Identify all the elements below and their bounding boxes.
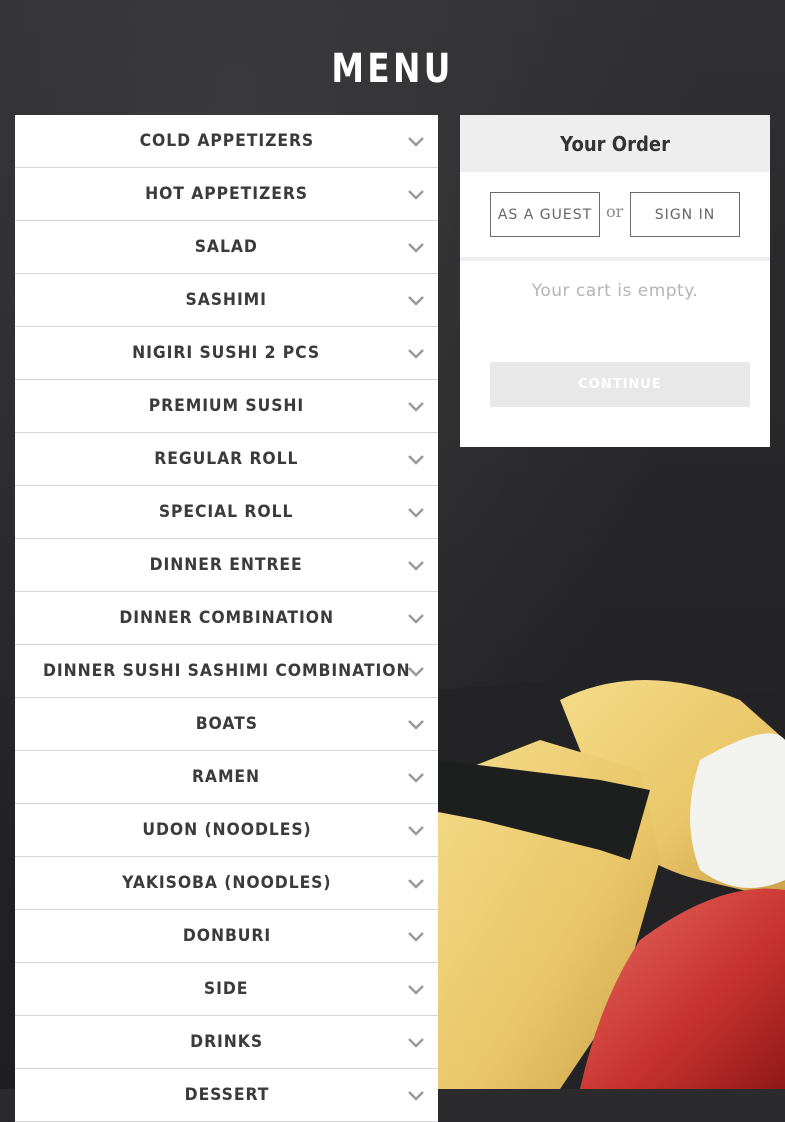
- menu-category-label: YAKISOBA (NOODLES): [121, 873, 332, 893]
- chevron-down-icon[interactable]: [408, 1038, 424, 1048]
- chevron-down-icon[interactable]: [408, 932, 424, 942]
- order-header: Your Order: [460, 115, 770, 172]
- continue-button[interactable]: CONTINUE: [490, 362, 750, 407]
- auth-options: AS A GUEST or SIGN IN: [490, 192, 740, 237]
- menu-category-item[interactable]: REGULAR ROLL: [15, 433, 438, 486]
- menu-category-label: UDON (NOODLES): [141, 820, 312, 840]
- menu-category-label: DONBURI: [182, 926, 271, 946]
- chevron-down-icon[interactable]: [408, 402, 424, 412]
- menu-category-label: DRINKS: [190, 1032, 263, 1052]
- menu-category-label: SALAD: [194, 237, 259, 257]
- menu-category-item[interactable]: DONBURI: [15, 910, 438, 963]
- order-divider: [460, 257, 770, 261]
- chevron-down-icon[interactable]: [408, 561, 424, 571]
- menu-category-item[interactable]: RAMEN: [15, 751, 438, 804]
- chevron-down-icon[interactable]: [408, 137, 424, 147]
- chevron-down-icon[interactable]: [408, 826, 424, 836]
- chevron-down-icon[interactable]: [408, 190, 424, 200]
- chevron-down-icon[interactable]: [408, 773, 424, 783]
- menu-category-label: PREMIUM SUSHI: [148, 396, 305, 416]
- chevron-down-icon[interactable]: [408, 667, 424, 677]
- menu-category-list: COLD APPETIZERS HOT APPETIZERS SALAD SASHIM…: [15, 115, 438, 1122]
- chevron-down-icon[interactable]: [408, 985, 424, 995]
- menu-category-label: REGULAR ROLL: [154, 449, 299, 469]
- sign-in-button[interactable]: SIGN IN: [630, 192, 740, 237]
- order-title: Your Order: [560, 131, 670, 156]
- menu-category-item[interactable]: SIDE: [15, 963, 438, 1016]
- guest-checkout-button[interactable]: AS A GUEST: [490, 192, 600, 237]
- cart-empty-message: Your cart is empty.: [531, 281, 699, 301]
- menu-category-label: NIGIRI SUSHI 2 PCS: [132, 343, 321, 363]
- chevron-down-icon[interactable]: [408, 349, 424, 359]
- menu-category-item[interactable]: DESSERT: [15, 1069, 438, 1122]
- menu-category-label: DINNER COMBINATION: [119, 608, 334, 628]
- menu-category-item[interactable]: SASHIMI: [15, 274, 438, 327]
- chevron-down-icon[interactable]: [408, 508, 424, 518]
- order-panel: Your Order AS A GUEST or SIGN IN Your ca…: [460, 115, 770, 447]
- chevron-down-icon[interactable]: [408, 879, 424, 889]
- chevron-down-icon[interactable]: [408, 296, 424, 306]
- menu-category-item[interactable]: DRINKS: [15, 1016, 438, 1069]
- chevron-down-icon[interactable]: [408, 720, 424, 730]
- chevron-down-icon[interactable]: [408, 455, 424, 465]
- menu-category-item[interactable]: UDON (NOODLES): [15, 804, 438, 857]
- menu-category-label: SPECIAL ROLL: [159, 502, 294, 522]
- menu-category-item[interactable]: COLD APPETIZERS: [15, 115, 438, 168]
- or-separator: or: [606, 202, 624, 221]
- chevron-down-icon[interactable]: [408, 243, 424, 253]
- brand-logo[interactable]: [28, 0, 118, 4]
- menu-category-label: DESSERT: [184, 1085, 269, 1105]
- menu-category-item[interactable]: SALAD: [15, 221, 438, 274]
- chevron-down-icon[interactable]: [408, 614, 424, 624]
- menu-category-item[interactable]: DINNER ENTREE: [15, 539, 438, 592]
- menu-category-label: COLD APPETIZERS: [139, 131, 314, 151]
- menu-category-item[interactable]: DINNER COMBINATION: [15, 592, 438, 645]
- menu-category-item[interactable]: HOT APPETIZERS: [15, 168, 438, 221]
- chevron-down-icon[interactable]: [408, 1091, 424, 1101]
- menu-category-item[interactable]: NIGIRI SUSHI 2 PCS: [15, 327, 438, 380]
- menu-category-label: SASHIMI: [185, 290, 268, 310]
- menu-category-label: DINNER SUSHI SASHIMI COMBINATION: [42, 661, 411, 681]
- menu-category-item[interactable]: YAKISOBA (NOODLES): [15, 857, 438, 910]
- menu-category-item[interactable]: DINNER SUSHI SASHIMI COMBINATION: [15, 645, 438, 698]
- menu-category-label: DINNER ENTREE: [150, 555, 303, 575]
- menu-category-item[interactable]: PREMIUM SUSHI: [15, 380, 438, 433]
- menu-category-label: RAMEN: [192, 767, 261, 787]
- menu-category-item[interactable]: BOATS: [15, 698, 438, 751]
- menu-category-label: HOT APPETIZERS: [145, 184, 308, 204]
- menu-category-label: SIDE: [204, 979, 249, 999]
- menu-category-label: BOATS: [195, 714, 258, 734]
- menu-category-item[interactable]: SPECIAL ROLL: [15, 486, 438, 539]
- page-title: MENU: [331, 46, 454, 92]
